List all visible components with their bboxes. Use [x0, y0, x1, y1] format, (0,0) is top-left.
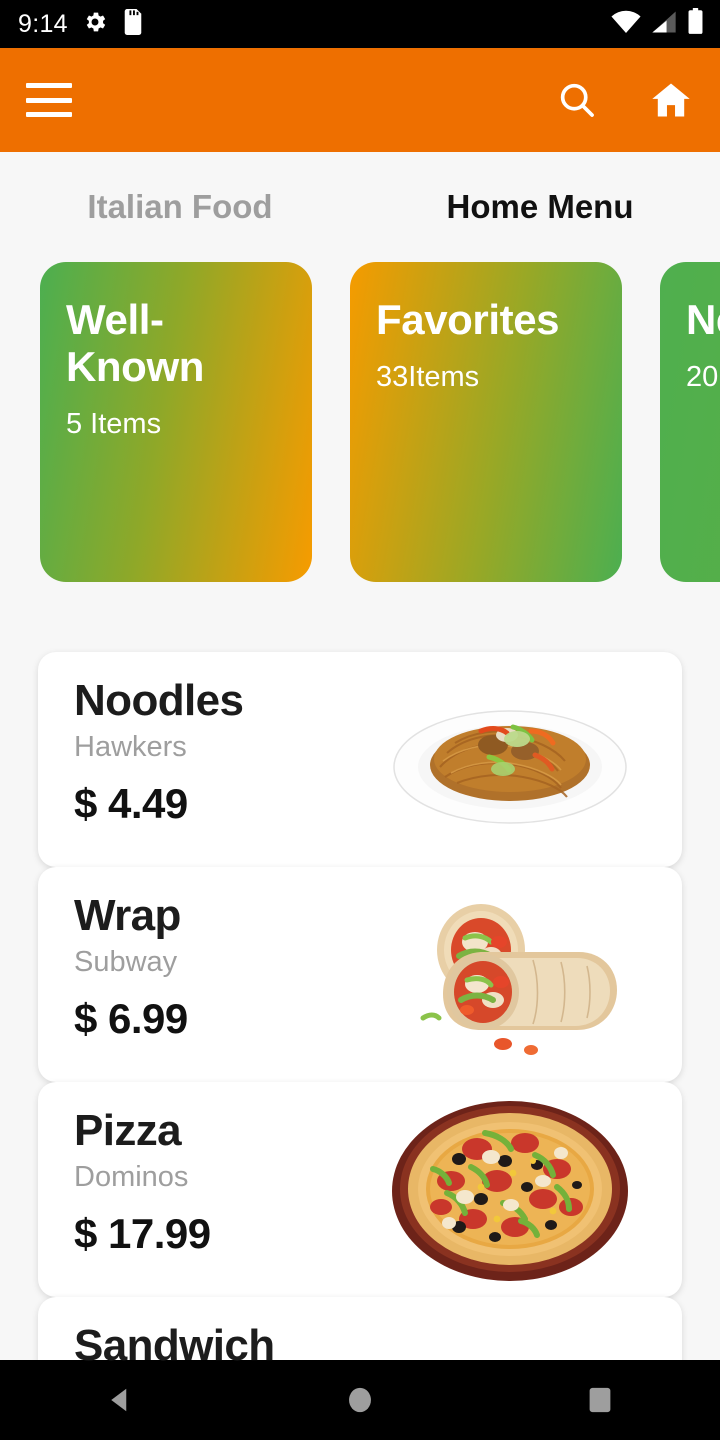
food-item-price: $ 4.49 — [74, 780, 188, 828]
category-carousel[interactable]: Well-Known 5 Items Favorites 33Items New… — [0, 262, 720, 582]
food-item-name: Wrap — [74, 891, 181, 940]
food-item-vendor: Subway — [74, 946, 178, 979]
category-count: 5 Items — [66, 408, 162, 441]
food-item-price: $ 17.99 — [74, 1210, 211, 1258]
category-count: 33Items — [376, 361, 480, 394]
food-item-text: Noodles Hawkers $ 4.49 — [38, 652, 682, 828]
battery-icon — [687, 8, 704, 40]
food-item-vendor: Hawkers — [74, 731, 187, 764]
category-count: 20 Items — [686, 361, 720, 394]
category-card-new[interactable]: New 20 Items — [660, 262, 720, 582]
hamburger-line — [26, 112, 72, 117]
category-title: Favorites — [376, 296, 560, 343]
sd-card-icon — [122, 8, 144, 40]
cellular-signal-icon — [650, 10, 678, 39]
status-bar-left: 9:14 — [18, 8, 144, 40]
settings-gear-icon — [82, 9, 108, 40]
food-list: Noodles Hawkers $ 4.49 Wrap Subway $ 6.9… — [0, 582, 720, 1440]
tab-home-menu[interactable]: Home Menu — [360, 188, 720, 226]
food-item-wrap[interactable]: Wrap Subway $ 6.99 — [38, 867, 682, 1082]
wifi-icon — [611, 10, 641, 39]
category-title: New — [686, 296, 720, 343]
food-item-name: Pizza — [74, 1106, 182, 1155]
food-item-text: Wrap Subway $ 6.99 — [38, 867, 682, 1043]
food-item-pizza[interactable]: Pizza Dominos $ 17.99 — [38, 1082, 682, 1297]
status-bar-right — [611, 0, 704, 48]
home-nav-button[interactable] — [320, 1360, 400, 1440]
search-icon[interactable] — [554, 77, 600, 123]
category-card-well-known[interactable]: Well-Known 5 Items — [40, 262, 312, 582]
food-item-name: Noodles — [74, 676, 244, 725]
app-bar — [0, 48, 720, 152]
food-item-vendor: Dominos — [74, 1161, 189, 1194]
status-bar: 9:14 — [0, 0, 720, 48]
hamburger-menu-icon[interactable] — [26, 83, 72, 117]
category-title: Well-Known — [66, 296, 204, 391]
category-card-favorites[interactable]: Favorites 33Items — [350, 262, 622, 582]
tab-italian-food[interactable]: Italian Food — [0, 188, 360, 226]
food-item-text: Sandwich — [38, 1297, 682, 1369]
home-icon[interactable] — [648, 77, 694, 123]
status-bar-clock: 9:14 — [18, 9, 68, 38]
android-nav-bar — [0, 1360, 720, 1440]
hamburger-line — [26, 83, 72, 88]
recents-nav-button[interactable] — [560, 1360, 640, 1440]
tab-bar: Italian Food Home Menu — [0, 152, 720, 262]
food-item-price: $ 6.99 — [74, 995, 188, 1043]
back-nav-button[interactable] — [80, 1360, 160, 1440]
food-item-text: Pizza Dominos $ 17.99 — [38, 1082, 682, 1258]
hamburger-line — [26, 97, 72, 103]
app-screen: 9:14 Italian Food Home Menu Well-Known 5… — [0, 0, 720, 1440]
food-item-noodles[interactable]: Noodles Hawkers $ 4.49 — [38, 652, 682, 867]
food-item-name: Sandwich — [74, 1321, 275, 1370]
app-bar-actions — [554, 77, 694, 123]
